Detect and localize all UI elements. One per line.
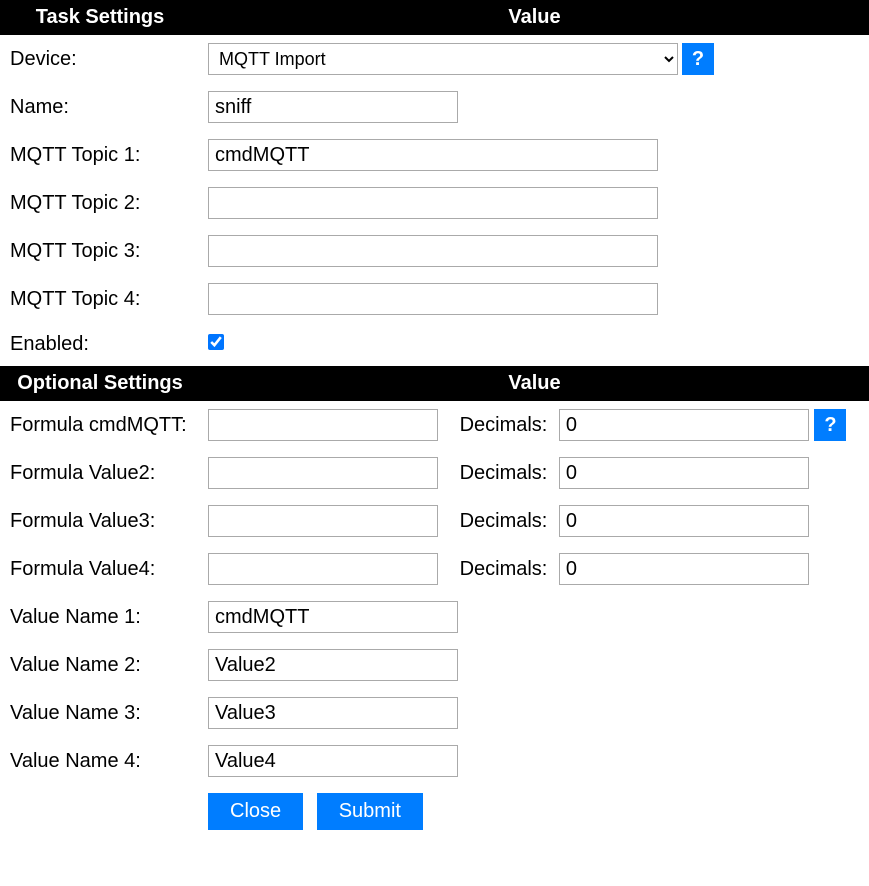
close-button[interactable]: Close: [208, 793, 303, 830]
label-value-name-3: Value Name 3:: [0, 689, 200, 737]
formula-value3-input[interactable]: [208, 505, 438, 537]
label-mqtt-topic-2: MQTT Topic 2:: [0, 179, 200, 227]
mqtt-topic-2-input[interactable]: [208, 187, 658, 219]
decimals-value2-input[interactable]: [559, 457, 809, 489]
value-name-4-input[interactable]: [208, 745, 458, 777]
label-mqtt-topic-4: MQTT Topic 4:: [0, 275, 200, 323]
header-task-settings: Task Settings: [0, 0, 200, 35]
formula-value2-input[interactable]: [208, 457, 438, 489]
label-formula-value4: Formula Value4:: [0, 545, 200, 593]
label-mqtt-topic-1: MQTT Topic 1:: [0, 131, 200, 179]
value-name-3-input[interactable]: [208, 697, 458, 729]
decimals-value4-input[interactable]: [559, 553, 809, 585]
label-name: Name:: [0, 83, 200, 131]
settings-table: Task Settings Value Device: MQTT Import …: [0, 0, 869, 838]
label-decimals-3: Decimals:: [460, 510, 548, 533]
name-input[interactable]: [208, 91, 458, 123]
label-value-name-4: Value Name 4:: [0, 737, 200, 785]
label-formula-value3: Formula Value3:: [0, 497, 200, 545]
formula-cmdmqtt-input[interactable]: [208, 409, 438, 441]
label-decimals-4: Decimals:: [460, 558, 548, 581]
header-value-1: Value: [200, 0, 869, 35]
label-formula-value2: Formula Value2:: [0, 449, 200, 497]
label-enabled: Enabled:: [0, 323, 200, 366]
label-decimals-2: Decimals:: [460, 462, 548, 485]
mqtt-topic-1-input[interactable]: [208, 139, 658, 171]
label-value-name-2: Value Name 2:: [0, 641, 200, 689]
header-optional-settings: Optional Settings: [0, 366, 200, 401]
value-name-1-input[interactable]: [208, 601, 458, 633]
label-mqtt-topic-3: MQTT Topic 3:: [0, 227, 200, 275]
submit-button[interactable]: Submit: [317, 793, 423, 830]
device-select[interactable]: MQTT Import: [208, 43, 678, 75]
mqtt-topic-4-input[interactable]: [208, 283, 658, 315]
value-name-2-input[interactable]: [208, 649, 458, 681]
label-decimals-1: Decimals:: [460, 414, 548, 437]
label-value-name-1: Value Name 1:: [0, 593, 200, 641]
decimals-cmdmqtt-input[interactable]: [559, 409, 809, 441]
label-formula-cmdmqtt: Formula cmdMQTT:: [0, 401, 200, 449]
decimals-value3-input[interactable]: [559, 505, 809, 537]
label-device: Device:: [0, 35, 200, 83]
header-value-2: Value: [200, 366, 869, 401]
formula-value4-input[interactable]: [208, 553, 438, 585]
mqtt-topic-3-input[interactable]: [208, 235, 658, 267]
formula-help-button[interactable]: ?: [814, 409, 846, 441]
device-help-button[interactable]: ?: [682, 43, 714, 75]
enabled-checkbox[interactable]: [208, 334, 224, 350]
